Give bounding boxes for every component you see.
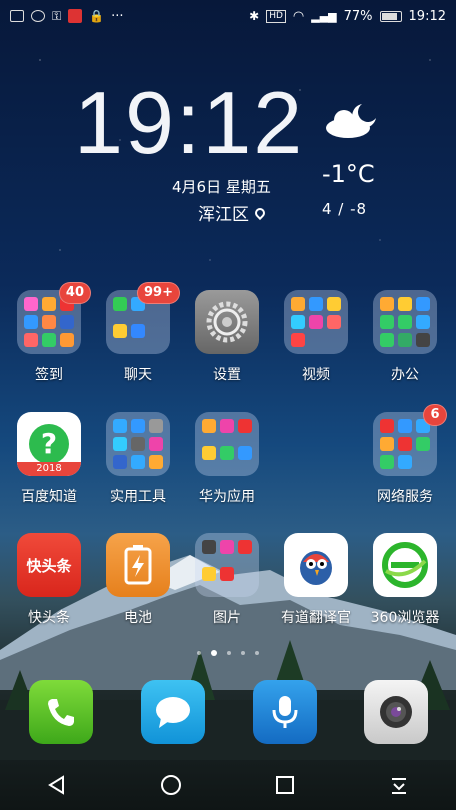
folder-tile[interactable] <box>195 412 259 476</box>
folder-tile[interactable]: 99+ <box>106 282 180 354</box>
messages-icon[interactable] <box>141 680 205 744</box>
page-dot <box>197 651 201 655</box>
location-label: 浑江区 <box>198 205 249 225</box>
gallery-notification-icon <box>10 10 24 22</box>
app-label: 百度知道 <box>21 489 77 505</box>
notification-pull-icon[interactable] <box>379 765 419 805</box>
page-dot <box>227 651 231 655</box>
folder-video[interactable]: 视频 <box>276 290 356 384</box>
clock-time[interactable]: 19:12 <box>74 78 304 168</box>
temperature-range: 4 / -8 <box>322 200 368 218</box>
battery-app-icon[interactable] <box>106 533 170 597</box>
tile-text: 快头条 <box>26 556 72 575</box>
app-kuaitoutiao[interactable]: 快头条 快头条 <box>9 533 89 627</box>
more-notifications-icon: ··· <box>111 8 124 24</box>
baidu-zhidao-icon[interactable]: ? 2018 <box>17 412 81 476</box>
settings-gear-icon[interactable] <box>195 290 259 354</box>
youdao-bird-icon[interactable] <box>284 533 348 597</box>
notification-badge: 99+ <box>137 282 180 304</box>
back-icon[interactable] <box>37 765 77 805</box>
home-icon[interactable] <box>151 765 191 805</box>
status-time: 19:12 <box>408 8 446 24</box>
cloudy-night-icon[interactable] <box>324 100 380 140</box>
app-label: 电池 <box>124 610 152 626</box>
app-label: 签到 <box>35 367 63 383</box>
folder-tile[interactable]: 40 <box>17 282 91 354</box>
folder-tile[interactable] <box>373 290 437 354</box>
folder-sign-in[interactable]: 40 签到 <box>9 282 91 384</box>
clock-date: 4月6日 星期五 <box>172 178 271 196</box>
notification-badge: 6 <box>423 404 447 426</box>
folder-huawei-apps[interactable]: 华为应用 <box>187 412 267 506</box>
360-browser-icon[interactable] <box>373 533 437 597</box>
page-dot <box>255 651 259 655</box>
hd-icon: HD <box>266 9 286 23</box>
app-label: 图片 <box>213 610 241 626</box>
lock-notification-icon: 🔒 <box>89 9 105 23</box>
location-pin-icon <box>252 205 268 220</box>
location[interactable]: 浑江区 <box>198 200 268 225</box>
app-label: 实用工具 <box>110 489 166 505</box>
page-indicator <box>0 650 456 656</box>
folder-office[interactable]: 办公 <box>365 290 445 384</box>
app-label: 华为应用 <box>199 489 255 505</box>
folder-tile[interactable]: 6 <box>373 404 447 476</box>
app-baidu-zhidao[interactable]: ? 2018 百度知道 <box>9 412 89 506</box>
phone-icon[interactable] <box>29 680 93 744</box>
wifi-icon: ◠ <box>292 8 305 24</box>
app-label: 快头条 <box>28 610 70 626</box>
app-label: 办公 <box>391 367 419 383</box>
signal-icon: ▂▄▆ <box>311 9 337 23</box>
camera-icon[interactable] <box>364 680 428 744</box>
key-icon: ⚿ <box>52 8 62 23</box>
temperature: -1°C <box>322 160 375 188</box>
app-label: 设置 <box>213 367 241 383</box>
battery-icon <box>379 10 402 22</box>
folder-network-services[interactable]: 6 网络服务 <box>365 404 447 506</box>
navigation-bar <box>0 760 456 810</box>
folder-chat[interactable]: 99+ 聊天 <box>98 282 180 384</box>
app-label: 视频 <box>302 367 330 383</box>
app-label: 聊天 <box>124 367 152 383</box>
app-label: 有道翻译官 <box>281 610 351 626</box>
app-settings[interactable]: 设置 <box>187 290 267 384</box>
app-battery[interactable]: 电池 <box>98 533 178 627</box>
wechat-notification-icon <box>31 10 45 22</box>
app-youdao-translator[interactable]: 有道翻译官 <box>276 533 356 627</box>
battery-percent: 77% <box>343 8 373 24</box>
folder-tile[interactable] <box>106 412 170 476</box>
app-360-browser[interactable]: 360浏览器 <box>365 533 445 627</box>
app-label: 360浏览器 <box>370 610 440 626</box>
page-dot <box>241 651 245 655</box>
voice-assistant-icon[interactable] <box>253 680 317 744</box>
app-notification-icon <box>68 9 83 23</box>
tile-text: 2018 <box>17 462 81 476</box>
status-bar: ⚿ 🔒 ··· ✱ HD ◠ ▂▄▆ 77% 19:12 <box>0 0 456 32</box>
folder-tile[interactable] <box>195 533 259 597</box>
app-label: 网络服务 <box>377 489 433 505</box>
recents-icon[interactable] <box>265 765 305 805</box>
notification-badge: 40 <box>58 282 91 304</box>
bluetooth-icon: ✱ <box>249 9 260 23</box>
folder-tools[interactable]: 实用工具 <box>98 412 178 506</box>
page-dot-active <box>211 650 217 656</box>
folder-tile[interactable] <box>284 290 348 354</box>
folder-pictures[interactable]: 图片 <box>187 533 267 627</box>
kuaitoutiao-icon[interactable]: 快头条 <box>17 533 81 597</box>
